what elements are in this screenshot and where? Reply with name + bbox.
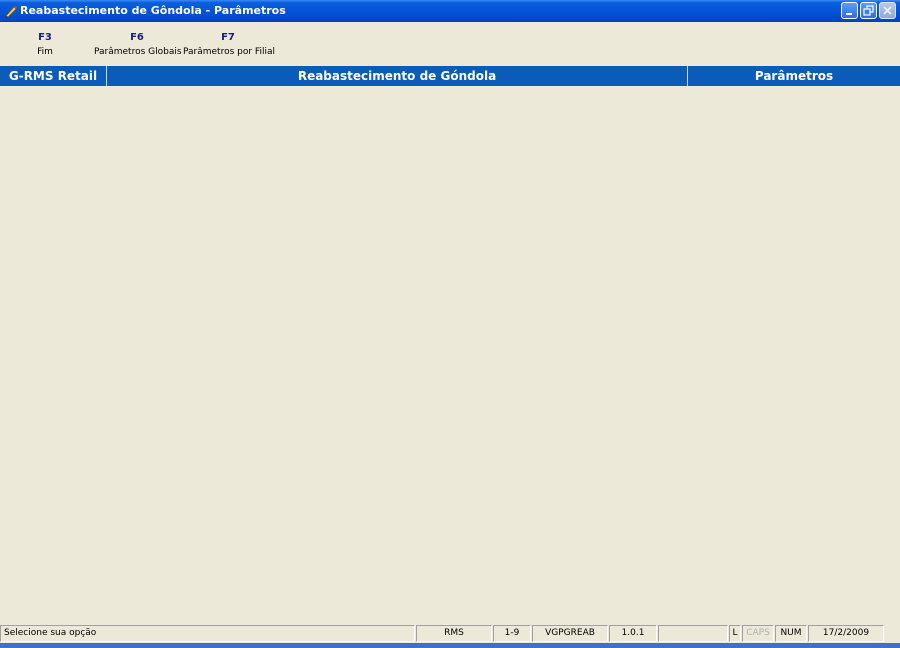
close-icon — [883, 6, 892, 15]
status-message: Selecione sua opção — [0, 625, 415, 642]
screen-name: Parâmetros — [754, 69, 834, 83]
window-bottom-border — [0, 643, 900, 648]
status-bar: Selecione sua opção RMS 1-9 VGPGREAB 1.0… — [0, 624, 900, 643]
status-system: RMS — [416, 625, 492, 642]
fkey-label: F6 — [130, 32, 144, 43]
toolbar-button-parametros-por-filial[interactable]: F7 Parâmetros por Filial — [183, 32, 275, 57]
title-bar[interactable]: Reabastecimento de Gôndola - Parâmetros — [0, 0, 900, 22]
main-content-area — [0, 86, 900, 624]
fkey-label: F3 — [38, 32, 52, 43]
restore-button[interactable] — [860, 2, 877, 19]
fkey-caption: Fim — [37, 47, 53, 57]
minimize-icon — [846, 13, 852, 15]
module-name: Reabastecimento de Góndola — [297, 69, 497, 83]
system-name: G-RMS Retail — [8, 69, 98, 83]
status-num-indicator: NUM — [775, 625, 807, 642]
minimize-button[interactable] — [841, 2, 858, 19]
fkey-label: F7 — [221, 32, 235, 43]
status-code: 1-9 — [493, 625, 531, 642]
status-l-indicator: L — [729, 625, 741, 642]
close-button[interactable] — [879, 2, 896, 19]
status-version: 1.0.1 — [609, 625, 657, 642]
header-band: G-RMS Retail Reabastecimento de Góndola … — [0, 66, 900, 86]
window-title: Reabastecimento de Gôndola - Parâmetros — [20, 4, 286, 17]
restore-icon — [863, 5, 874, 16]
fkey-caption: Parâmetros Globais — [94, 47, 182, 57]
fkey-caption: Parâmetros por Filial — [183, 47, 275, 57]
status-caps-indicator: CAPS — [742, 625, 774, 642]
app-pen-icon[interactable] — [4, 4, 18, 18]
toolbar-button-parametros-globais[interactable]: F6 Parâmetros Globais — [94, 32, 182, 57]
toolbar-button-fim[interactable]: F3 Fim — [28, 32, 62, 57]
status-date: 17/2/2009 — [808, 625, 884, 642]
status-empty-panel — [658, 625, 728, 642]
status-program: VGPGREAB — [532, 625, 608, 642]
